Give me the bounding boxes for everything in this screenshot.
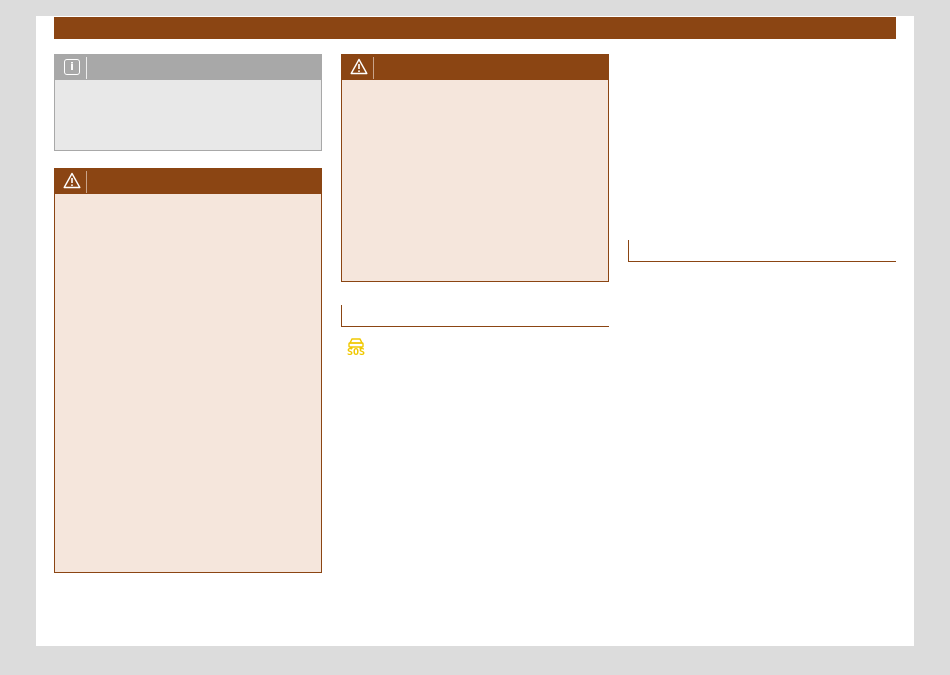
note-header-divider — [86, 57, 87, 79]
warning-triangle-icon — [63, 172, 81, 189]
note-header: i — [55, 55, 321, 80]
note-box: i — [54, 54, 322, 151]
warning-header — [342, 55, 608, 80]
section-heading-right — [628, 240, 896, 262]
sos-vehicle-icon: SOS — [344, 336, 368, 362]
warning-header — [55, 169, 321, 194]
info-icon: i — [64, 59, 80, 75]
section-heading-middle — [341, 305, 609, 327]
warning-header-divider — [373, 57, 374, 79]
warning-header-divider — [86, 171, 87, 193]
warning-triangle-icon — [350, 58, 368, 75]
sos-label: SOS — [346, 347, 366, 358]
warning-box-left — [54, 168, 322, 573]
warning-box-middle — [341, 54, 609, 282]
page-header-bar — [54, 17, 896, 39]
